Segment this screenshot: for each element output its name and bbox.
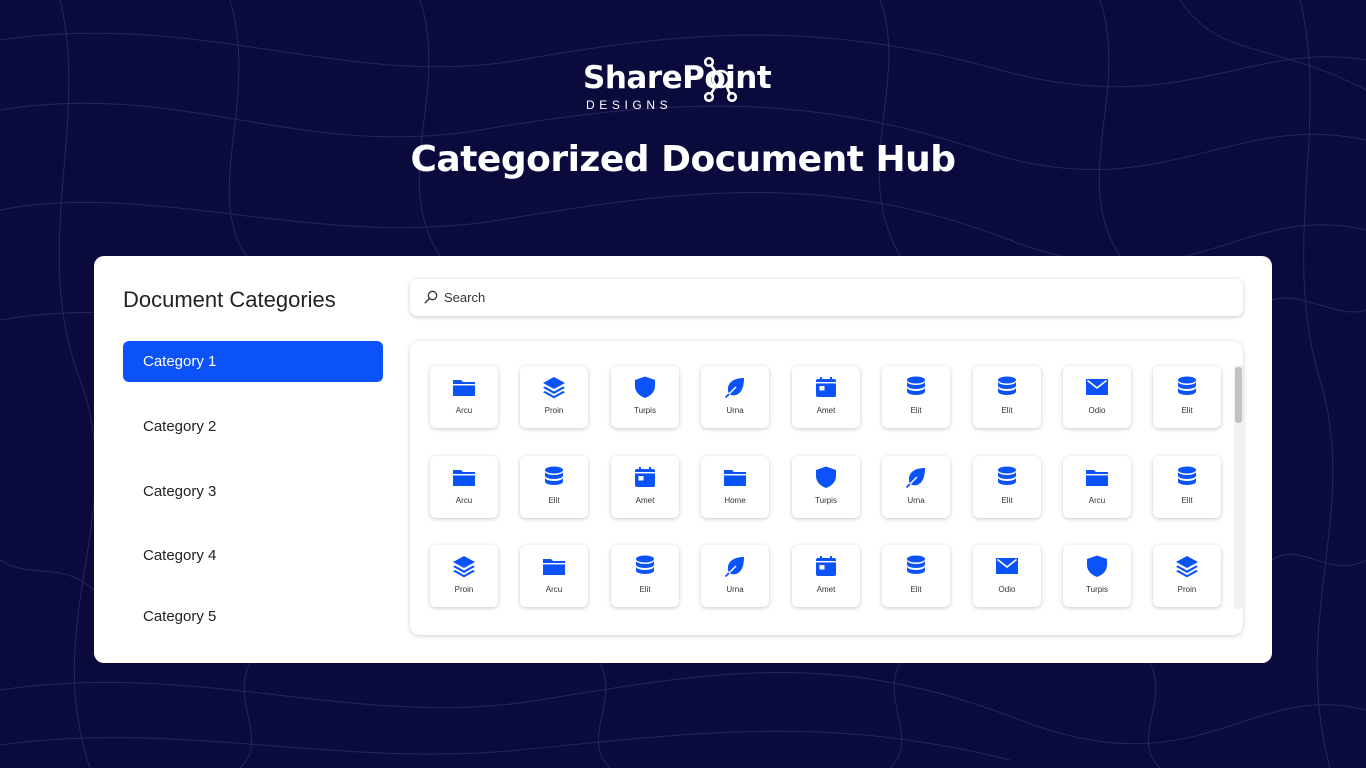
folder-icon bbox=[724, 470, 746, 486]
shield-icon bbox=[1087, 555, 1107, 577]
database-icon bbox=[998, 376, 1016, 395]
database-icon bbox=[1178, 376, 1196, 395]
document-tile-urna[interactable]: Urna bbox=[701, 545, 769, 607]
leaf-icon bbox=[724, 378, 744, 399]
shield-icon bbox=[816, 466, 836, 488]
leaf-icon bbox=[905, 468, 925, 489]
document-tile-elit[interactable]: Elit bbox=[973, 456, 1041, 518]
leaf-icon bbox=[724, 557, 744, 578]
logo-text: SharePoint bbox=[583, 60, 772, 96]
document-tile-elit[interactable]: Elit bbox=[1153, 456, 1221, 518]
tile-label: Elit bbox=[1181, 496, 1193, 505]
layers-icon bbox=[1176, 556, 1198, 578]
document-hub-panel: Document Categories Category 1 Category … bbox=[94, 256, 1272, 663]
document-tile-amet[interactable]: Amet bbox=[792, 545, 860, 607]
tile-label: Urna bbox=[726, 585, 744, 594]
search-input[interactable]: Search bbox=[410, 279, 1243, 316]
tile-label: Elit bbox=[910, 406, 922, 415]
logo-subtext: DESIGNS bbox=[586, 98, 673, 112]
sidebar-item-category-4[interactable]: Category 4 bbox=[123, 535, 383, 576]
document-tile-elit[interactable]: Elit bbox=[882, 545, 950, 607]
document-tile-amet[interactable]: Amet bbox=[792, 366, 860, 428]
document-tile-urna[interactable]: Urna bbox=[701, 366, 769, 428]
document-tile-turpis[interactable]: Turpis bbox=[611, 366, 679, 428]
network-nodes-icon bbox=[703, 56, 738, 103]
folder-icon bbox=[543, 559, 565, 575]
tile-label: Proin bbox=[454, 585, 474, 594]
document-tile-proin[interactable]: Proin bbox=[430, 545, 498, 607]
tile-label: Odio bbox=[998, 585, 1016, 594]
document-tile-elit[interactable]: Elit bbox=[882, 366, 950, 428]
tile-label: Proin bbox=[544, 406, 564, 415]
database-icon bbox=[998, 466, 1016, 485]
tile-label: Arcu bbox=[1088, 496, 1106, 505]
categories-title: Document Categories bbox=[123, 287, 336, 312]
tile-label: Turpis bbox=[634, 406, 656, 415]
document-tile-odio[interactable]: Odio bbox=[973, 545, 1041, 607]
document-tile-odio[interactable]: Odio bbox=[1063, 366, 1131, 428]
search-icon bbox=[424, 290, 438, 304]
page-title: Categorized Document Hub bbox=[410, 139, 956, 180]
document-tile-arcu[interactable]: Arcu bbox=[430, 366, 498, 428]
tile-label: Amet bbox=[635, 496, 655, 505]
document-tile-turpis[interactable]: Turpis bbox=[792, 456, 860, 518]
tile-label: Home bbox=[724, 496, 746, 505]
scrollbar[interactable] bbox=[1234, 365, 1243, 609]
tile-label: Elit bbox=[548, 496, 560, 505]
database-icon bbox=[545, 466, 563, 485]
tile-label: Arcu bbox=[545, 585, 563, 594]
document-grid: Arcu Proin Turpis Urna Amet Elit Elit Odio Elit A… bbox=[410, 341, 1243, 635]
database-icon bbox=[907, 376, 925, 395]
tile-label: Turpis bbox=[1086, 585, 1108, 594]
document-tile-home[interactable]: Home bbox=[701, 456, 769, 518]
tile-label: Elit bbox=[639, 585, 651, 594]
document-tile-proin[interactable]: Proin bbox=[1153, 545, 1221, 607]
sidebar-item-category-5[interactable]: Category 5 bbox=[123, 596, 383, 637]
document-tile-elit[interactable]: Elit bbox=[520, 456, 588, 518]
mail-icon bbox=[996, 558, 1018, 574]
document-tile-elit[interactable]: Elit bbox=[973, 366, 1041, 428]
tile-label: Arcu bbox=[455, 496, 473, 505]
layers-icon bbox=[453, 556, 475, 578]
document-tile-proin[interactable]: Proin bbox=[520, 366, 588, 428]
document-tile-elit[interactable]: Elit bbox=[1153, 366, 1221, 428]
tile-label: Proin bbox=[1177, 585, 1197, 594]
database-icon bbox=[636, 555, 654, 574]
database-icon bbox=[907, 555, 925, 574]
folder-icon bbox=[453, 380, 475, 396]
tile-label: Urna bbox=[907, 496, 925, 505]
tile-label: Elit bbox=[910, 585, 922, 594]
document-tile-arcu[interactable]: Arcu bbox=[430, 456, 498, 518]
document-tile-arcu[interactable]: Arcu bbox=[1063, 456, 1131, 518]
folder-icon bbox=[453, 470, 475, 486]
document-tile-turpis[interactable]: Turpis bbox=[1063, 545, 1131, 607]
tile-label: Odio bbox=[1088, 406, 1106, 415]
document-tile-arcu[interactable]: Arcu bbox=[520, 545, 588, 607]
tile-label: Elit bbox=[1181, 406, 1193, 415]
mail-icon bbox=[1086, 379, 1108, 395]
tile-label: Elit bbox=[1001, 406, 1013, 415]
document-tile-amet[interactable]: Amet bbox=[611, 456, 679, 518]
sidebar-item-category-3[interactable]: Category 3 bbox=[123, 471, 383, 512]
scrollbar-thumb[interactable] bbox=[1235, 367, 1242, 423]
document-tile-elit[interactable]: Elit bbox=[611, 545, 679, 607]
tile-label: Turpis bbox=[815, 496, 837, 505]
tile-label: Arcu bbox=[455, 406, 473, 415]
database-icon bbox=[1178, 466, 1196, 485]
tile-label: Amet bbox=[816, 585, 836, 594]
tile-label: Urna bbox=[726, 406, 744, 415]
tile-label: Elit bbox=[1001, 496, 1013, 505]
search-placeholder: Search bbox=[444, 290, 486, 305]
folder-icon bbox=[1086, 470, 1108, 486]
document-tile-urna[interactable]: Urna bbox=[882, 456, 950, 518]
sidebar-item-category-1[interactable]: Category 1 bbox=[123, 341, 383, 382]
sidebar-item-category-2[interactable]: Category 2 bbox=[123, 406, 383, 447]
tile-label: Amet bbox=[816, 406, 836, 415]
shield-icon bbox=[635, 376, 655, 398]
calendar-icon bbox=[635, 467, 655, 487]
calendar-icon bbox=[816, 556, 836, 576]
layers-icon bbox=[543, 377, 565, 399]
calendar-icon bbox=[816, 377, 836, 397]
sharepoint-designs-logo: SharePoint DESIGNS bbox=[583, 56, 793, 116]
